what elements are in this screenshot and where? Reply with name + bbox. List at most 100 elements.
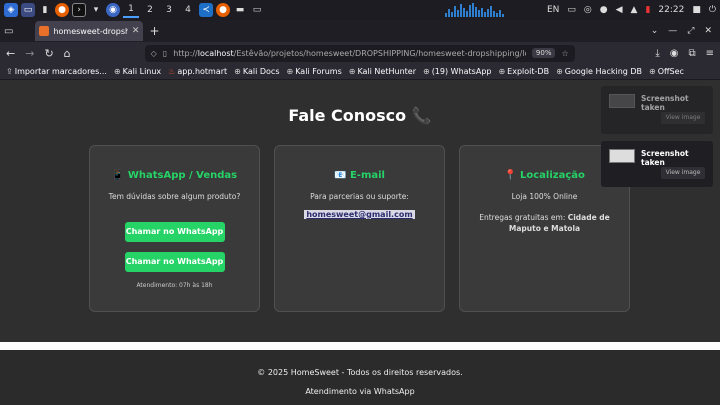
bookmarks-bar: ⇪ Importar marcadores... ⊕ Kali Linux ♨ app… (0, 64, 720, 80)
power-icon[interactable]: ⏻ (709, 5, 716, 15)
app-circle-icon[interactable]: ◉ (106, 3, 120, 17)
globe-icon: ⊕ (348, 67, 356, 76)
maximize-icon[interactable]: ⤢ (687, 26, 694, 36)
desktop-icon[interactable]: ▭ (21, 3, 35, 17)
new-tab-button[interactable]: + (149, 24, 159, 38)
menu-icon[interactable]: ≡ (706, 48, 714, 59)
notification-title: Screenshot taken (641, 149, 689, 167)
globe-icon: ⊕ (113, 67, 121, 76)
window-controls: ⌄ — ⤢ ✕ (651, 26, 716, 36)
tab-title: homesweet-dropshipping (53, 26, 128, 36)
bookmark-offsec[interactable]: ⊕ OffSec (649, 67, 684, 76)
bookmark-hotmart[interactable]: ♨ app.hotmart (168, 67, 227, 76)
close-icon[interactable]: ✕ (132, 26, 140, 36)
tab-homesweet[interactable]: homesweet-dropshipping ✕ (35, 21, 144, 41)
location-text-2: Entregas gratuitas em: Cidade de Maputo … (479, 213, 610, 233)
location-text-1: Loja 100% Online (511, 192, 578, 201)
nav-bar: ← → ↻ ⌂ ◇ ▯ http://localhost/Estêvão/pro… (0, 42, 720, 64)
toolbar-right: ⤓ ◉ ⧉ ≡ (655, 48, 714, 59)
bookmark-kali-nethunter[interactable]: ⊕ Kali NetHunter (349, 67, 416, 76)
bookmark-exploit-db[interactable]: ⊕ Exploit-DB (498, 67, 549, 76)
bookmark-whatsapp[interactable]: ⊕ (19) WhatsApp (423, 67, 491, 76)
globe-icon: ⊕ (556, 67, 563, 76)
view-image-button[interactable]: View image (661, 167, 705, 179)
globe-icon: ⊕ (234, 67, 241, 76)
minimize-icon[interactable]: — (668, 26, 677, 36)
whatsapp-card-title: 📱 WhatsApp / Vendas (111, 170, 238, 181)
dropdown-icon[interactable]: ▾ (89, 3, 103, 17)
workspace-1[interactable]: 1 (123, 2, 139, 18)
globe-icon: ⊕ (649, 67, 656, 76)
section-divider (0, 342, 720, 350)
zoom-level[interactable]: 90% (531, 48, 556, 58)
email-card-text: Para parcerias ou suporte: (310, 192, 409, 201)
whatsapp-button-1[interactable]: Chamar no WhatsApp (124, 222, 225, 242)
bookmark-import[interactable]: ⇪ Importar marcadores... (6, 67, 107, 76)
cpu-graph (445, 3, 515, 17)
notification-title: Screenshot taken (641, 94, 689, 112)
workspace-4[interactable]: 4 (180, 2, 196, 18)
window-taskbar-icon[interactable]: ▭ (250, 3, 264, 17)
notification-screenshot-2[interactable]: Screenshot taken View image (601, 141, 713, 187)
battery-icon[interactable]: ▮ (645, 5, 650, 15)
firefox-taskbar-icon[interactable]: ● (216, 3, 230, 17)
page-info-icon[interactable]: ▯ (163, 49, 167, 58)
flame-icon: ♨ (168, 67, 176, 76)
close-window-icon[interactable]: ✕ (704, 26, 712, 36)
email-card: 📧 E-mail Para parcerias ou suporte: home… (274, 145, 445, 312)
tab-list-icon[interactable]: ▭ (4, 26, 13, 37)
bookmark-kali-linux[interactable]: ⊕ Kali Linux (114, 67, 161, 76)
tab-favicon-icon (39, 26, 50, 36)
url-bar[interactable]: ◇ ▯ http://localhost/Estêvão/projetos/ho… (144, 44, 575, 62)
globe-icon: ⊕ (286, 67, 294, 76)
bookmark-kali-docs[interactable]: ⊕ Kali Docs (234, 67, 279, 76)
email-link[interactable]: homesweet@gmail.com (304, 210, 415, 219)
whatsapp-tray-icon[interactable]: ◎ (584, 5, 592, 15)
footer-copyright: © 2025 HomeSweet - Todos os direitos res… (257, 368, 463, 377)
clock[interactable]: 22:22 (658, 5, 684, 15)
terminal-icon[interactable]: › (72, 3, 86, 17)
home-button[interactable]: ⌂ (64, 47, 71, 60)
whatsapp-card-text: Tem dúvidas sobre algum produto? (108, 192, 241, 201)
network-icon[interactable]: ▭ (567, 5, 576, 15)
github-tray-icon[interactable]: ● (600, 5, 608, 15)
whatsapp-button-2[interactable]: Chamar no WhatsApp (124, 252, 225, 272)
download-icon[interactable]: ⤓ (655, 48, 659, 59)
hours-text: Atendimento: 07h às 18h (136, 282, 213, 289)
lock-icon[interactable]: ■ (692, 5, 701, 15)
forward-button[interactable]: → (25, 47, 34, 60)
terminal-taskbar-icon[interactable]: ▬ (233, 3, 247, 17)
bell-icon[interactable]: ▲ (631, 5, 638, 15)
screenshot-thumbnail (609, 94, 635, 108)
language-indicator[interactable]: EN (547, 5, 559, 15)
tray: EN ▭ ◎ ● ◀ ▲ ▮ 22:22 ■ ⏻ (547, 5, 716, 15)
whatsapp-card: 📱 WhatsApp / Vendas Tem dúvidas sobre al… (89, 145, 260, 312)
screenshot-thumbnail (609, 149, 635, 163)
bookmark-star-icon[interactable]: ☆ (561, 49, 568, 58)
email-card-title: 📧 E-mail (334, 170, 385, 181)
speaker-icon[interactable]: ◀ (616, 5, 623, 15)
url-text[interactable]: http://localhost/Estêvão/projetos/homesw… (173, 49, 526, 58)
files-icon[interactable]: ▮ (38, 3, 52, 17)
shield-icon[interactable]: ◇ (151, 49, 157, 58)
back-button[interactable]: ← (6, 47, 15, 60)
extensions-icon[interactable]: ⧉ (688, 48, 695, 59)
kali-menu-icon[interactable]: ◈ (4, 3, 18, 17)
reload-button[interactable]: ↻ (44, 47, 53, 60)
account-icon[interactable]: ◉ (670, 48, 679, 59)
notification-screenshot-1[interactable]: Screenshot taken View image (601, 86, 713, 134)
bookmark-kali-forums[interactable]: ⊕ Kali Forums (287, 67, 342, 76)
globe-icon: ⊕ (422, 67, 430, 76)
workspace-2[interactable]: 2 (142, 2, 158, 18)
chevron-down-icon[interactable]: ⌄ (651, 26, 659, 36)
footer-note: Atendimento via WhatsApp (305, 387, 415, 396)
bookmark-google-hacking-db[interactable]: ⊕ Google Hacking DB (556, 67, 642, 76)
globe-icon: ⊕ (498, 67, 506, 76)
vscode-icon[interactable]: ≺ (199, 3, 213, 17)
footer: © 2025 HomeSweet - Todos os direitos res… (0, 350, 720, 405)
firefox-icon[interactable]: ● (55, 3, 69, 17)
view-image-button[interactable]: View image (661, 112, 705, 124)
system-taskbar: ◈ ▭ ▮ ● › ▾ ◉ 1 2 3 4 ≺ ● ▬ ▭ EN ▭ ◎ ● ◀… (0, 0, 720, 20)
tab-bar: ▭ homesweet-dropshipping ✕ + ⌄ — ⤢ ✕ (0, 20, 720, 42)
workspace-3[interactable]: 3 (161, 2, 177, 18)
